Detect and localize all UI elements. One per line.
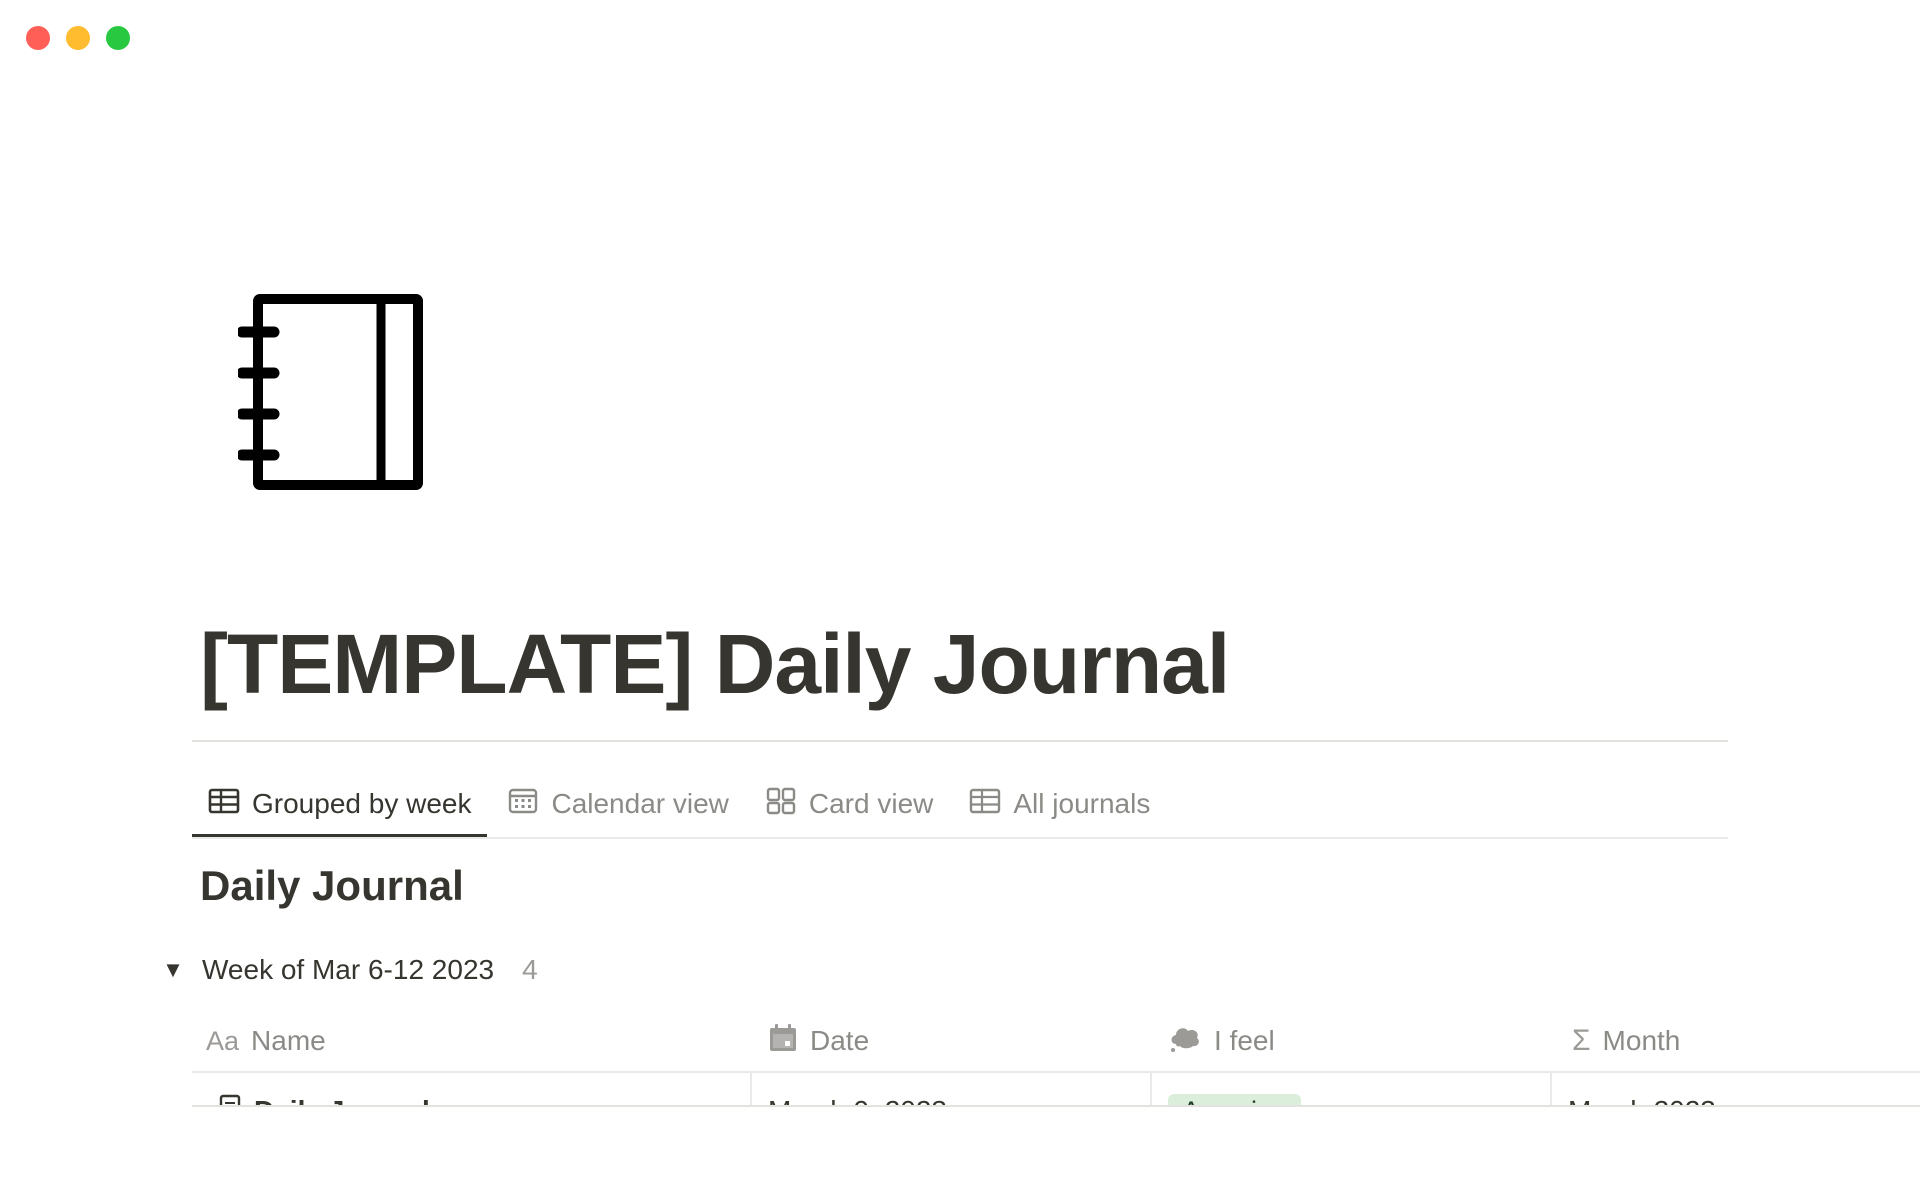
window-controls	[26, 26, 130, 50]
tab-all-journals[interactable]: All journals	[953, 770, 1166, 826]
tab-label: All journals	[1013, 788, 1151, 819]
column-label: Name	[251, 1025, 326, 1056]
spiral-notebook-icon[interactable]	[236, 292, 428, 492]
calendar-icon	[507, 787, 539, 822]
cell-month[interactable]: March 2023	[1568, 1091, 1716, 1106]
gallery-icon	[765, 787, 797, 822]
calendar-icon	[768, 1023, 798, 1060]
table-icon	[208, 787, 240, 822]
database-title[interactable]: Daily Journal	[200, 862, 464, 910]
tab-calendar-view[interactable]: Calendar view	[491, 770, 744, 826]
collapse-toggle-icon[interactable]: ▼	[158, 957, 188, 983]
app-window: [TEMPLATE] Daily Journal Grouped by week…	[0, 0, 1920, 1200]
view-tabs: Grouped by week Calendar view Card view …	[192, 770, 1166, 838]
column-header-date[interactable]: Date	[768, 1010, 869, 1072]
column-header-i-feel[interactable]: I feel	[1168, 1010, 1275, 1072]
column-label: Date	[810, 1025, 870, 1056]
table-icon	[969, 787, 1001, 822]
column-label: I feel	[1214, 1025, 1275, 1056]
tab-label: Card view	[808, 788, 934, 819]
column-divider	[750, 1073, 752, 1106]
page-title[interactable]: [TEMPLATE] Daily Journal	[200, 618, 1230, 711]
column-header-month[interactable]: Σ Month	[1572, 1010, 1680, 1072]
cell-i-feel[interactable]: Amazing	[1168, 1091, 1302, 1106]
formula-icon: Σ	[1572, 1024, 1591, 1057]
cell-name[interactable]: Daily Journal	[218, 1091, 430, 1106]
tab-label: Calendar view	[551, 788, 729, 819]
column-label: Month	[1602, 1025, 1681, 1056]
table-header: Aa Name Date I feel Σ Month	[192, 1010, 1920, 1072]
tab-label: Grouped by week	[252, 788, 472, 819]
group-header: ▼ Week of Mar 6-12 2023 4	[158, 950, 538, 990]
tabs-divider	[192, 837, 1728, 839]
cell-date[interactable]: March 9, 2023	[768, 1091, 947, 1106]
close-window-button[interactable]	[26, 26, 50, 50]
maximize-window-button[interactable]	[106, 26, 130, 50]
table-bottom-divider	[192, 1105, 1920, 1107]
text-property-icon: Aa	[206, 1025, 240, 1056]
group-label[interactable]: Week of Mar 6-12 2023	[202, 954, 494, 986]
cloud-icon	[1168, 1022, 1202, 1061]
tab-card-view[interactable]: Card view	[749, 770, 949, 826]
column-divider	[1150, 1073, 1152, 1106]
title-divider	[192, 740, 1728, 742]
table-row[interactable]: Daily Journal March 9, 2023 Amazing Marc…	[192, 1073, 1920, 1106]
group-count: 4	[522, 954, 538, 985]
minimize-window-button[interactable]	[66, 26, 90, 50]
column-header-name[interactable]: Aa Name	[206, 1010, 326, 1072]
tab-grouped-by-week[interactable]: Grouped by week	[192, 770, 488, 838]
column-divider	[1550, 1073, 1552, 1106]
